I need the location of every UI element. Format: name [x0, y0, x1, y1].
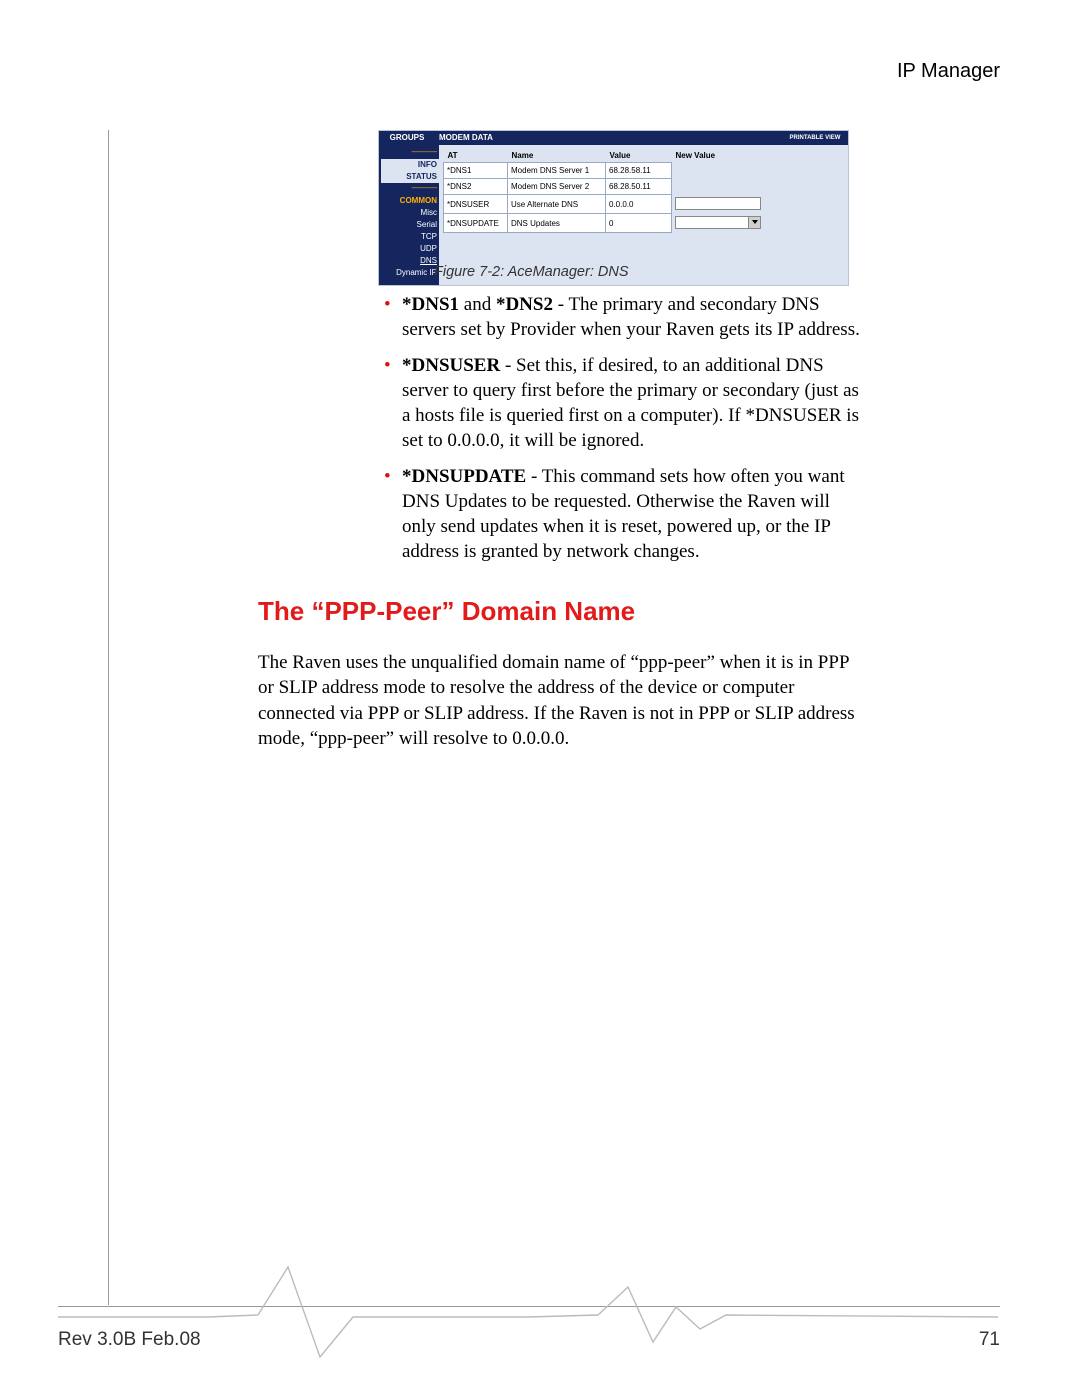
figure-caption: Figure 7-2: AceManager: DNS: [434, 264, 629, 280]
cell-new-value[interactable]: [672, 214, 844, 233]
cell-at: *DNS2: [444, 179, 508, 195]
sidebar-item-status[interactable]: STATUS: [381, 171, 439, 183]
cell-at: *DNS1: [444, 163, 508, 179]
tab-groups[interactable]: GROUPS: [379, 131, 435, 145]
body-paragraph: The Raven uses the unqualified domain na…: [258, 650, 856, 751]
cell-at: *DNSUSER: [444, 195, 508, 214]
tab-modem-data[interactable]: MODEM DATA: [435, 131, 782, 145]
cell-new-value[interactable]: [672, 195, 844, 214]
cell-value: 68.28.50.11: [606, 179, 672, 195]
table-row: *DNSUPDATE DNS Updates 0: [444, 214, 844, 233]
cell-at: *DNSUPDATE: [444, 214, 508, 233]
sidebar-item-misc[interactable]: Misc: [381, 207, 437, 219]
dnsuser-input[interactable]: [675, 197, 761, 210]
section-heading: The “PPP-Peer” Domain Name: [258, 596, 635, 627]
table-row: *DNSUSER Use Alternate DNS 0.0.0.0: [444, 195, 844, 214]
list-item: *DNS1 and *DNS2 - The primary and second…: [380, 292, 860, 343]
cell-name: Modem DNS Server 1: [508, 163, 606, 179]
bullet-list: *DNS1 and *DNS2 - The primary and second…: [380, 292, 860, 575]
sidebar-item-dns[interactable]: DNS: [381, 255, 437, 267]
col-new-value: New Value: [672, 149, 844, 163]
col-at: AT: [444, 149, 508, 163]
cell-value: 68.28.58.11: [606, 163, 672, 179]
sidebar-item-udp[interactable]: UDP: [381, 243, 437, 255]
cell-name: DNS Updates: [508, 214, 606, 233]
cell-new-value: [672, 163, 844, 179]
vertical-rule: [108, 130, 109, 1305]
sidebar-item-tcp[interactable]: TCP: [381, 231, 437, 243]
sidebar: -------------- INFO STATUS -------------…: [379, 145, 439, 285]
page-number: 71: [979, 1329, 1000, 1351]
page-header-title: IP Manager: [897, 60, 1000, 83]
sidebar-separator: --------------: [381, 183, 437, 195]
cell-name: Use Alternate DNS: [508, 195, 606, 214]
footer-revision: Rev 3.0B Feb.08: [58, 1329, 201, 1351]
sidebar-item-common[interactable]: COMMON: [381, 195, 437, 207]
dnsupdate-select[interactable]: [675, 216, 761, 229]
chevron-down-icon: [752, 220, 758, 224]
list-item: *DNSUSER - Set this, if desired, to an a…: [380, 353, 860, 454]
cell-new-value: [672, 179, 844, 195]
dns-table: AT Name Value New Value *DNS1 Modem DNS …: [443, 149, 844, 233]
table-row: *DNS1 Modem DNS Server 1 68.28.58.11: [444, 163, 844, 179]
cell-value: 0: [606, 214, 672, 233]
sidebar-separator: --------------: [381, 147, 437, 159]
list-item: *DNSUPDATE - This command sets how often…: [380, 464, 860, 565]
cell-value: 0.0.0.0: [606, 195, 672, 214]
table-row: *DNS2 Modem DNS Server 2 68.28.50.11: [444, 179, 844, 195]
col-name: Name: [508, 149, 606, 163]
sidebar-item-serial[interactable]: Serial: [381, 219, 437, 231]
cell-name: Modem DNS Server 2: [508, 179, 606, 195]
printable-view-link[interactable]: PRINTABLE VIEW: [782, 131, 848, 145]
col-value: Value: [606, 149, 672, 163]
sidebar-item-dynamic-ip[interactable]: Dynamic IP: [381, 267, 437, 279]
sidebar-item-info[interactable]: INFO: [381, 159, 439, 171]
footer-rule: [58, 1306, 1000, 1307]
acemanager-screenshot: GROUPS MODEM DATA PRINTABLE VIEW -------…: [378, 130, 849, 286]
